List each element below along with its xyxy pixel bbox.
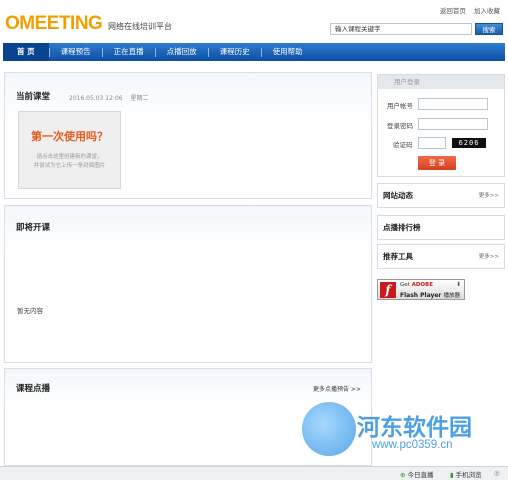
password-input[interactable] xyxy=(418,118,488,130)
upcoming-title: 即将开课 xyxy=(16,223,51,233)
status-settings-icon[interactable]: ◎ xyxy=(494,469,500,477)
vod-more-link[interactable]: 更多点播预告 >> xyxy=(313,384,361,393)
search-button[interactable]: 搜索 xyxy=(475,23,503,35)
username-label: 用户帐号 xyxy=(387,102,413,110)
login-title: 用户登录 xyxy=(378,75,504,89)
live-icon: ⊕ xyxy=(400,471,406,479)
today-live-link[interactable]: ⊕ 今日直播 xyxy=(400,469,433,479)
first-use-card[interactable]: 第一次使用吗？ 请点击这里创建新的课堂， 并尝试为它上传一条封面图片 xyxy=(18,111,121,189)
flash-product-text: Flash Player 播放器 xyxy=(400,291,460,299)
mobile-browse-label: 手机浏览 xyxy=(455,471,482,479)
site-slogan: 网络在线培训平台 xyxy=(108,22,172,31)
today-live-label: 今日直播 xyxy=(407,471,434,479)
vod-title: 课程点播 xyxy=(16,384,51,394)
download-arrow-icon: ⬇ xyxy=(455,281,461,288)
upcoming-empty: 暂无内容 xyxy=(17,307,43,315)
username-input[interactable] xyxy=(418,98,488,110)
captcha-image[interactable]: 6206 xyxy=(452,138,486,148)
bookmark-link[interactable]: 加入收藏 xyxy=(474,7,500,15)
first-use-desc: 请点击这里创建新的课堂， 并尝试为它上传一条封面图片 xyxy=(19,153,120,171)
watermark-url: www.pc0359.cn xyxy=(372,439,453,451)
flash-player-badge[interactable]: f Get ADOBE Flash Player 播放器 ⬇ xyxy=(377,279,465,300)
login-box: 用户登录 用户帐号 登录密码 验证码 6206 登 录 xyxy=(377,74,505,177)
current-date: 2016.05.03 12:06 xyxy=(69,95,123,102)
date-info: 2016.05.03 12:06 星期二 xyxy=(69,93,149,102)
first-use-desc-line1: 请点击这里创建新的课堂， xyxy=(36,154,103,160)
ranking-box: 点播排行榜 xyxy=(377,215,505,240)
captcha-label: 验证码 xyxy=(393,141,413,149)
home-link[interactable]: 返回首页 xyxy=(440,7,466,15)
login-button[interactable]: 登 录 xyxy=(418,156,456,170)
site-news-more[interactable]: 更多>> xyxy=(479,191,499,199)
flash-adobe: ADOBE xyxy=(411,282,434,288)
first-use-title: 第一次使用吗？ xyxy=(31,130,108,143)
nav-home[interactable]: 首 页 xyxy=(3,43,49,61)
flash-product-cn: 播放器 xyxy=(443,293,461,299)
first-use-desc-line2: 并尝试为它上传一条封面图片 xyxy=(33,163,106,169)
flash-icon: f xyxy=(380,282,396,298)
main-nav: 首 页 课程预告 正在直播 点播回放 课程历史 使用帮助 xyxy=(3,43,505,61)
password-row: 登录密码 xyxy=(378,118,506,131)
flash-get: Get xyxy=(400,282,410,288)
nav-preview[interactable]: 课程预告 xyxy=(50,43,102,61)
flash-product: Flash Player xyxy=(400,292,442,299)
captcha-row: 验证码 6206 xyxy=(378,137,506,150)
top-links: 返回首页 加入收藏 xyxy=(434,5,500,15)
site-news-box: 网站动态 更多>> xyxy=(377,183,505,208)
flash-get-text: Get ADOBE xyxy=(400,282,433,288)
tools-more[interactable]: 更多>> xyxy=(479,252,499,260)
nav-live[interactable]: 正在直播 xyxy=(103,43,155,61)
status-bar: ⊕ 今日直播 ▮ 手机浏览 ◎ xyxy=(0,466,508,480)
ranking-title: 点播排行榜 xyxy=(383,223,421,232)
username-row: 用户帐号 xyxy=(378,98,506,111)
nav-help[interactable]: 使用帮助 xyxy=(262,43,314,61)
captcha-input[interactable] xyxy=(418,137,446,149)
site-news-title: 网站动态 xyxy=(383,191,413,200)
upcoming-panel: 即将开课 暂无内容 xyxy=(4,205,372,363)
watermark-logo-icon xyxy=(302,402,356,456)
site-logo[interactable]: OMEETING xyxy=(5,13,103,35)
nav-history[interactable]: 课程历史 xyxy=(209,43,261,61)
mobile-browse-link[interactable]: ▮ 手机浏览 xyxy=(450,469,482,479)
current-class-panel: 当前课堂 2016.05.03 12:06 星期二 第一次使用吗？ 请点击这里创… xyxy=(4,72,372,199)
current-weekday: 星期二 xyxy=(130,95,149,102)
search-input[interactable]: 输入课程关键字 xyxy=(330,23,472,35)
tools-box: 推荐工具 更多>> xyxy=(377,244,505,269)
password-label: 登录密码 xyxy=(387,122,413,130)
nav-replay[interactable]: 点播回放 xyxy=(156,43,208,61)
current-class-title: 当前课堂 xyxy=(16,92,51,102)
mobile-icon: ▮ xyxy=(450,471,454,479)
watermark-text: 河东软件园 xyxy=(357,415,472,441)
tools-title: 推荐工具 xyxy=(383,252,413,261)
